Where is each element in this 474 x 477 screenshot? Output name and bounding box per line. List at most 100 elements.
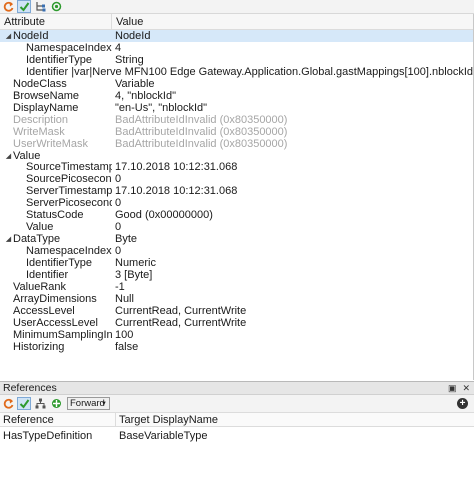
attribute-value: 4 <box>115 41 122 54</box>
attribute-cell: IdentifierType <box>0 257 112 269</box>
attribute-row[interactable]: ◢ DataType Byte <box>0 233 473 245</box>
attribute-label: ValueRank <box>13 281 66 293</box>
attribute-row[interactable]: SourceTimestamp 17.10.2018 10:12:31.068 <box>0 161 473 173</box>
reference-column-header[interactable]: Reference <box>0 413 116 426</box>
attribute-row[interactable]: AccessLevel CurrentRead, CurrentWrite <box>0 305 473 317</box>
attribute-label: Value <box>13 149 41 162</box>
attribute-cell: MinimumSamplingInterval <box>0 329 112 341</box>
attribute-row[interactable]: UserWriteMask BadAttributeIdInvalid (0x80… <box>0 138 473 150</box>
direction-select[interactable]: Forward ▼ <box>67 397 110 410</box>
attribute-cell: UserWriteMask <box>0 138 112 150</box>
attribute-row[interactable]: IdentifierType String <box>0 54 473 66</box>
attribute-label: NodeClass <box>13 77 67 90</box>
expand-triangle-icon[interactable]: ◢ <box>4 32 13 40</box>
attribute-label: StatusCode <box>26 209 84 222</box>
attribute-value: false <box>115 340 139 353</box>
attribute-label: MinimumSamplingInterval <box>13 328 112 341</box>
refresh-icon[interactable] <box>1 397 15 410</box>
attribute-cell: BrowseName <box>0 90 112 102</box>
attribute-row[interactable]: UserAccessLevel CurrentRead, CurrentWrite <box>0 317 473 329</box>
reference-row[interactable]: HasTypeDefinition BaseVariableType <box>0 429 474 442</box>
attribute-row[interactable]: ArrayDimensions Null <box>0 293 473 305</box>
refresh-icon[interactable] <box>1 0 15 13</box>
attribute-row[interactable]: ServerTimestamp 17.10.2018 10:12:31.068 <box>0 185 473 197</box>
attribute-cell: ◢ Value <box>0 150 112 162</box>
attribute-row[interactable]: BrowseName 4, "nblockId" <box>0 90 473 102</box>
attribute-cell: Value <box>0 221 112 233</box>
attribute-row[interactable]: ServerPicoseconds 0 <box>0 197 473 209</box>
grid-header: Attribute Value <box>0 14 473 30</box>
attribute-value: Null <box>115 292 134 305</box>
attribute-row[interactable]: Identifier 3 [Byte] <box>0 269 473 281</box>
attributes-toolbar <box>0 0 474 14</box>
attribute-value: String <box>115 53 144 66</box>
hierarchy-icon[interactable] <box>33 397 47 410</box>
dock-icon[interactable]: ▣ <box>448 383 457 394</box>
attribute-cell: AccessLevel <box>0 305 112 317</box>
filter-icon[interactable] <box>49 397 63 410</box>
attribute-row[interactable]: DisplayName "en-Us", "nblockId" <box>0 102 473 114</box>
attribute-label: Description <box>13 113 69 126</box>
attribute-row[interactable]: IdentifierType Numeric <box>0 257 473 269</box>
references-panel: References ▣ ✕ Forward ▼ + Reference Tar… <box>0 381 474 477</box>
expand-triangle-icon[interactable]: ◢ <box>4 152 13 160</box>
attribute-value: 0 <box>115 221 122 234</box>
attribute-cell: ValueRank <box>0 281 112 293</box>
attribute-cell: SourcePicoseconds <box>0 173 112 185</box>
attribute-label: WriteMask <box>13 125 65 138</box>
attribute-cell: ServerTimestamp <box>0 185 112 197</box>
attribute-label: NamespaceIndex <box>26 245 112 258</box>
attribute-label: Historizing <box>13 340 65 353</box>
attribute-row[interactable]: SourcePicoseconds0 <box>0 173 473 185</box>
attribute-cell: StatusCode <box>0 209 112 221</box>
value-column-header[interactable]: Value <box>112 14 143 29</box>
attribute-value: Byte <box>115 233 138 246</box>
attribute-label: ArrayDimensions <box>13 292 97 305</box>
attribute-value: 4, "nblockId" <box>115 89 177 102</box>
attribute-cell: NamespaceIndex <box>0 42 112 54</box>
attribute-row[interactable]: NodeClass Variable <box>0 78 473 90</box>
attribute-label: IdentifierType <box>26 257 93 270</box>
attribute-label: NamespaceIndex <box>26 41 112 54</box>
attribute-cell: NamespaceIndex <box>0 245 112 257</box>
attribute-value: NodeId <box>115 29 151 42</box>
attribute-value: 0 <box>115 245 122 258</box>
attribute-row[interactable]: NamespaceIndex 4 <box>0 42 473 54</box>
attribute-row[interactable]: WriteMask BadAttributeIdInvalid (0x803500… <box>0 126 473 138</box>
attribute-label: DisplayName <box>13 101 79 114</box>
attribute-column-header[interactable]: Attribute <box>0 14 112 29</box>
attribute-cell: NodeClass <box>0 78 112 90</box>
attribute-row[interactable]: Value 0 <box>0 221 473 233</box>
attribute-row[interactable]: Historizing false <box>0 341 473 353</box>
attribute-value: BadAttributeIdInvalid (0x80350000) <box>115 137 288 150</box>
subscribe-icon[interactable] <box>49 0 63 13</box>
close-icon[interactable]: ✕ <box>462 383 470 394</box>
tree-icon[interactable] <box>33 0 47 13</box>
attribute-value: BadAttributeIdInvalid (0x80350000) <box>115 125 288 138</box>
attribute-value: "en-Us", "nblockId" <box>115 101 208 114</box>
check-filter-icon[interactable] <box>17 0 31 13</box>
attribute-row[interactable]: Description BadAttributeIdInvalid (0x8035… <box>0 114 473 126</box>
attribute-row[interactable]: NamespaceIndex 0 <box>0 245 473 257</box>
attribute-cell: Description <box>0 114 112 126</box>
expand-triangle-icon[interactable]: ◢ <box>4 235 13 243</box>
attribute-label: Identifier <box>26 65 69 78</box>
attribute-value: 17.10.2018 10:12:31.068 <box>115 161 238 174</box>
attribute-value: Good (0x00000000) <box>115 209 213 222</box>
references-header: Reference Target DisplayName <box>0 413 474 427</box>
references-title: References <box>3 382 57 394</box>
attribute-row[interactable]: Identifier |var|Nerve MFN100 Edge Gateway… <box>0 66 473 78</box>
attribute-value: CurrentRead, CurrentWrite <box>115 316 247 329</box>
attribute-label: ServerPicoseconds <box>26 197 112 210</box>
attribute-row[interactable]: ◢ NodeId NodeId <box>0 30 473 42</box>
attribute-value: 17.10.2018 10:12:31.068 <box>115 185 238 198</box>
target-column-header[interactable]: Target DisplayName <box>116 413 218 426</box>
attribute-row[interactable]: MinimumSamplingInterval100 <box>0 329 473 341</box>
attribute-row[interactable]: StatusCode Good (0x00000000) <box>0 209 473 221</box>
add-icon[interactable]: + <box>457 398 468 409</box>
attribute-cell: DisplayName <box>0 102 112 114</box>
attribute-cell: ◢ DataType <box>0 233 112 245</box>
check-filter-icon[interactable] <box>17 397 31 410</box>
attribute-row[interactable]: ◢ Value <box>0 150 473 162</box>
attribute-row[interactable]: ValueRank -1 <box>0 281 473 293</box>
